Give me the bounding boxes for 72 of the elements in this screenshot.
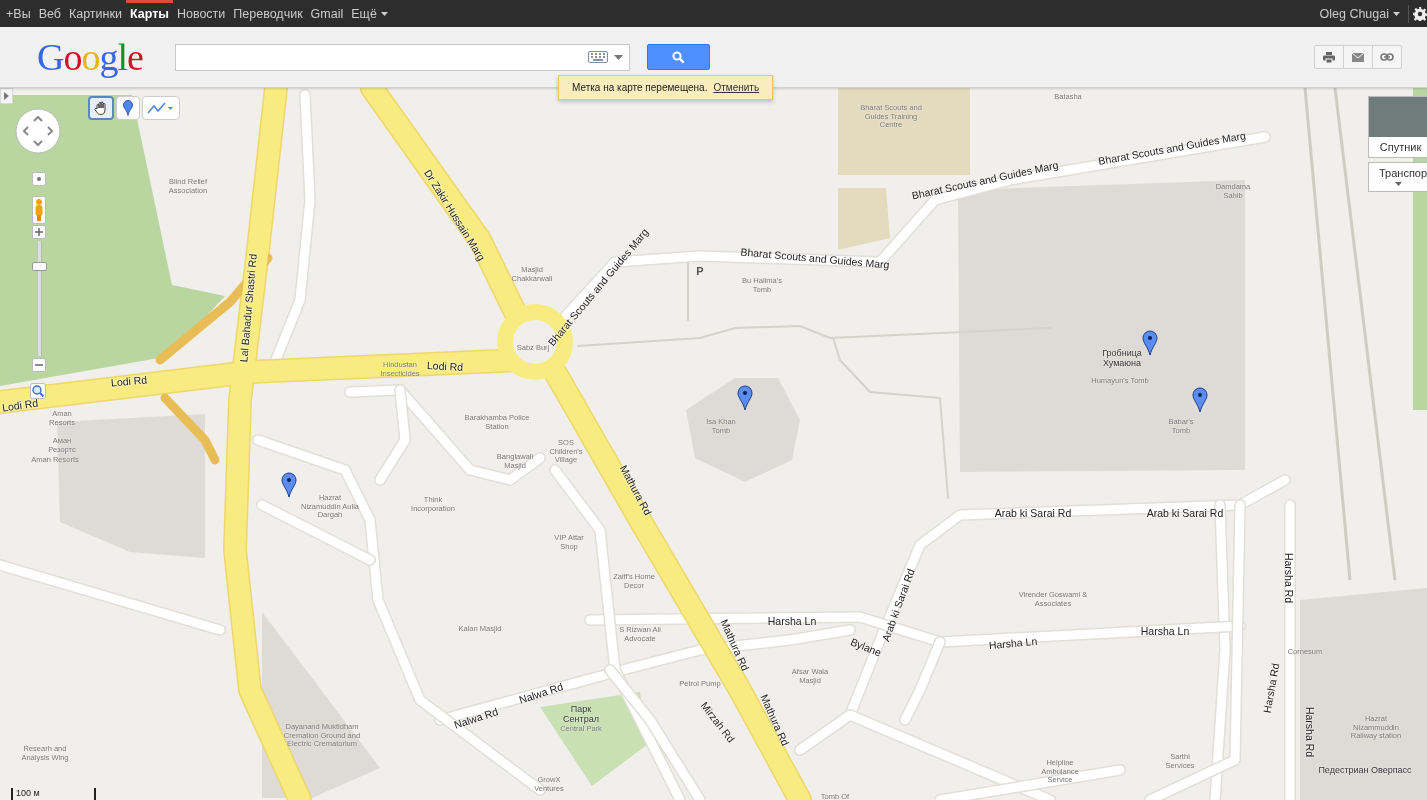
nav-link[interactable]: +Вы <box>0 0 35 27</box>
search-icon <box>672 50 685 64</box>
search-field[interactable] <box>175 43 630 71</box>
scale-bar: 100 м <box>11 788 96 800</box>
road-label: Arab ki Sarai Rd <box>879 567 917 643</box>
caret-icon[interactable] <box>614 54 623 60</box>
landmark-label: Парк Сентрал <box>562 703 600 725</box>
road-label: Harsha Rd <box>1282 552 1296 604</box>
map-pin-icon[interactable] <box>1192 387 1208 413</box>
satellite-thumbnail <box>1369 97 1427 137</box>
road-label: Lodi Rd <box>426 359 464 373</box>
settings-icon[interactable] <box>1413 6 1427 21</box>
pan-control-icon[interactable] <box>15 108 61 154</box>
undo-link[interactable]: Отменить <box>713 82 760 93</box>
line-tool-button[interactable] <box>142 96 180 120</box>
zoom-out-button[interactable] <box>32 358 46 372</box>
road-label: Bharat Scouts and Guides Marg <box>910 158 1060 202</box>
road-label: Bharat Scouts and Guides Marg <box>1097 129 1247 167</box>
nav-link[interactable]: Gmail <box>306 0 348 27</box>
caret-icon <box>380 11 388 16</box>
landmark-label: Педестриан Оверпасс <box>1318 764 1412 776</box>
nav-link[interactable]: Новости <box>172 0 230 27</box>
road-label: Harsha Ln <box>1140 624 1190 638</box>
nav-link[interactable]: Картинки <box>64 0 126 27</box>
google-logo[interactable]: Google <box>37 35 142 79</box>
road-label: Harsha Ln <box>767 614 817 628</box>
road-label: Harsha Rd <box>1260 662 1282 714</box>
road-label: Lodi Rd <box>1 396 39 414</box>
map-pin-icon[interactable] <box>737 385 753 411</box>
account-menu[interactable]: Oleg Chugai <box>1315 0 1404 27</box>
nav-link[interactable]: Переводчик <box>229 0 307 27</box>
road-label: Arab ki Sarai Rd <box>1146 506 1224 520</box>
minus-icon <box>35 364 43 366</box>
road-label: Harsha Ln <box>988 634 1038 652</box>
link-button[interactable] <box>1372 45 1402 69</box>
print-button[interactable] <box>1314 45 1344 69</box>
map-pin-icon[interactable] <box>281 472 297 498</box>
chain-link-icon <box>1380 53 1394 61</box>
road-label: Nalwa Rd <box>452 705 500 731</box>
road-label: Lal Bahadur Shastri Rd <box>237 253 259 363</box>
road-label: Nalwa Rd <box>517 680 565 706</box>
map-pin-icon <box>123 100 133 116</box>
printer-icon <box>1323 51 1335 63</box>
landmark-label: Гробница Хумаюна <box>1101 347 1143 369</box>
parking-label: P <box>696 264 704 278</box>
email-button[interactable] <box>1343 45 1373 69</box>
zoom-slider-thumb[interactable] <box>32 262 47 271</box>
campus-area <box>838 188 890 250</box>
magnifier-zoom-icon[interactable] <box>30 383 46 399</box>
plus-icon <box>35 228 43 236</box>
caret-icon <box>1393 11 1400 16</box>
notification-text: Метка на карте перемещена. <box>572 82 708 93</box>
person-icon[interactable] <box>32 196 46 224</box>
search-button[interactable] <box>647 44 710 70</box>
polyline-icon <box>147 101 175 115</box>
expand-panel-icon[interactable] <box>0 88 13 104</box>
road-label: Bharat Scouts and Guides Marg <box>740 245 890 271</box>
zoom-in-button[interactable] <box>32 225 46 239</box>
envelope-icon <box>1352 52 1364 62</box>
road-label: Arab ki Sarai Rd <box>994 506 1072 520</box>
marker-tool-button[interactable] <box>116 96 140 120</box>
caret-icon <box>1395 182 1402 186</box>
satellite-button[interactable]: Спутник <box>1368 96 1427 158</box>
pan-tool-button[interactable] <box>88 96 114 120</box>
hand-icon <box>94 101 108 115</box>
nav-link[interactable]: Веб <box>34 0 65 27</box>
transport-menu[interactable]: Транспор <box>1368 162 1427 192</box>
road-label: Harsha Rd <box>1303 706 1317 758</box>
more-menu[interactable]: Ещё <box>347 0 392 27</box>
keyboard-icon[interactable] <box>588 51 608 63</box>
road-label: Lodi Rd <box>110 373 148 389</box>
map-pin-icon[interactable] <box>1142 330 1158 356</box>
